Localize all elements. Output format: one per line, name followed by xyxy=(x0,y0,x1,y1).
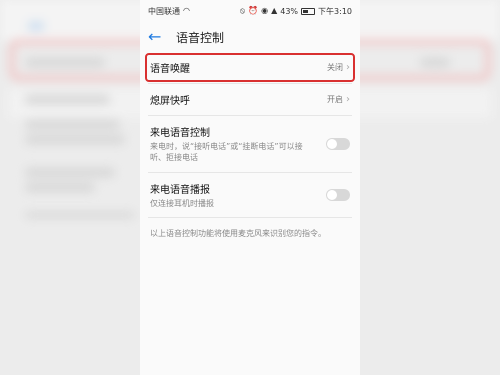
bg-bar xyxy=(420,58,450,67)
bg-bar xyxy=(25,120,120,129)
bg-bar xyxy=(25,212,135,218)
signal-icon: ▲ xyxy=(271,6,278,15)
battery-icon xyxy=(301,7,316,15)
bg-bar xyxy=(25,183,95,192)
setting-description: 仅连接耳机时播报 xyxy=(150,198,214,208)
back-arrow-icon[interactable]: ← xyxy=(148,29,172,45)
carrier-text: 中国联通 xyxy=(148,6,180,16)
footnote: 以上语音控制功能将使用麦克风来识别您的指令。 xyxy=(150,229,326,239)
alarm-icon: ⏰ xyxy=(248,6,259,15)
setting-voice-wakeup[interactable]: 语音唤醒 关闭 › xyxy=(145,52,355,84)
bg-bar xyxy=(25,135,125,144)
page-title: 语音控制 xyxy=(176,30,225,45)
bg-back-icon xyxy=(28,22,44,30)
mute-icon: ⦸ xyxy=(239,6,246,15)
toggle-switch[interactable] xyxy=(326,188,350,201)
header: ← 语音控制 xyxy=(140,22,360,52)
bg-bar xyxy=(25,95,110,104)
bg-bar xyxy=(25,168,115,177)
chevron-right-icon: › xyxy=(346,93,350,105)
setting-description: 来电时，说“接听电话”或“挂断电话”可以接听、拒接电话 xyxy=(150,142,303,162)
toggle-switch[interactable] xyxy=(326,137,350,150)
highlight-box xyxy=(145,53,355,82)
setting-incoming-call-announcement: 来电语音播报 仅连接耳机时播报 xyxy=(148,173,352,219)
settings-list: 语音唤醒 关闭 › 熄屏快呼 开启 › 来电语音控制 来电时，说“接听电话”或“… xyxy=(140,52,360,219)
wifi-icon: ◉ xyxy=(261,6,269,15)
phone-screen: 中国联通 ◠ ⦸ ⏰ ◉ ▲ 43% 下午3:10 ← 语音控制 语音唤醒 关闭… xyxy=(140,0,360,375)
signal-icon: ◠ xyxy=(183,6,190,15)
clock-time: 下午3:10 xyxy=(318,6,352,16)
bg-bar xyxy=(25,58,105,67)
setting-label: 熄屏快呼 xyxy=(150,96,190,107)
battery-percent: 43% xyxy=(280,6,299,16)
status-bar: 中国联通 ◠ ⦸ ⏰ ◉ ▲ 43% 下午3:10 xyxy=(140,0,360,22)
setting-label: 来电语音控制 xyxy=(150,128,210,139)
setting-incoming-call-voice-control: 来电语音控制 来电时，说“接听电话”或“挂断电话”可以接听、拒接电话 xyxy=(148,116,352,173)
setting-value: 开启 xyxy=(327,95,343,104)
setting-label: 来电语音播报 xyxy=(150,184,210,196)
setting-screen-off-call[interactable]: 熄屏快呼 开启 › xyxy=(148,84,352,116)
